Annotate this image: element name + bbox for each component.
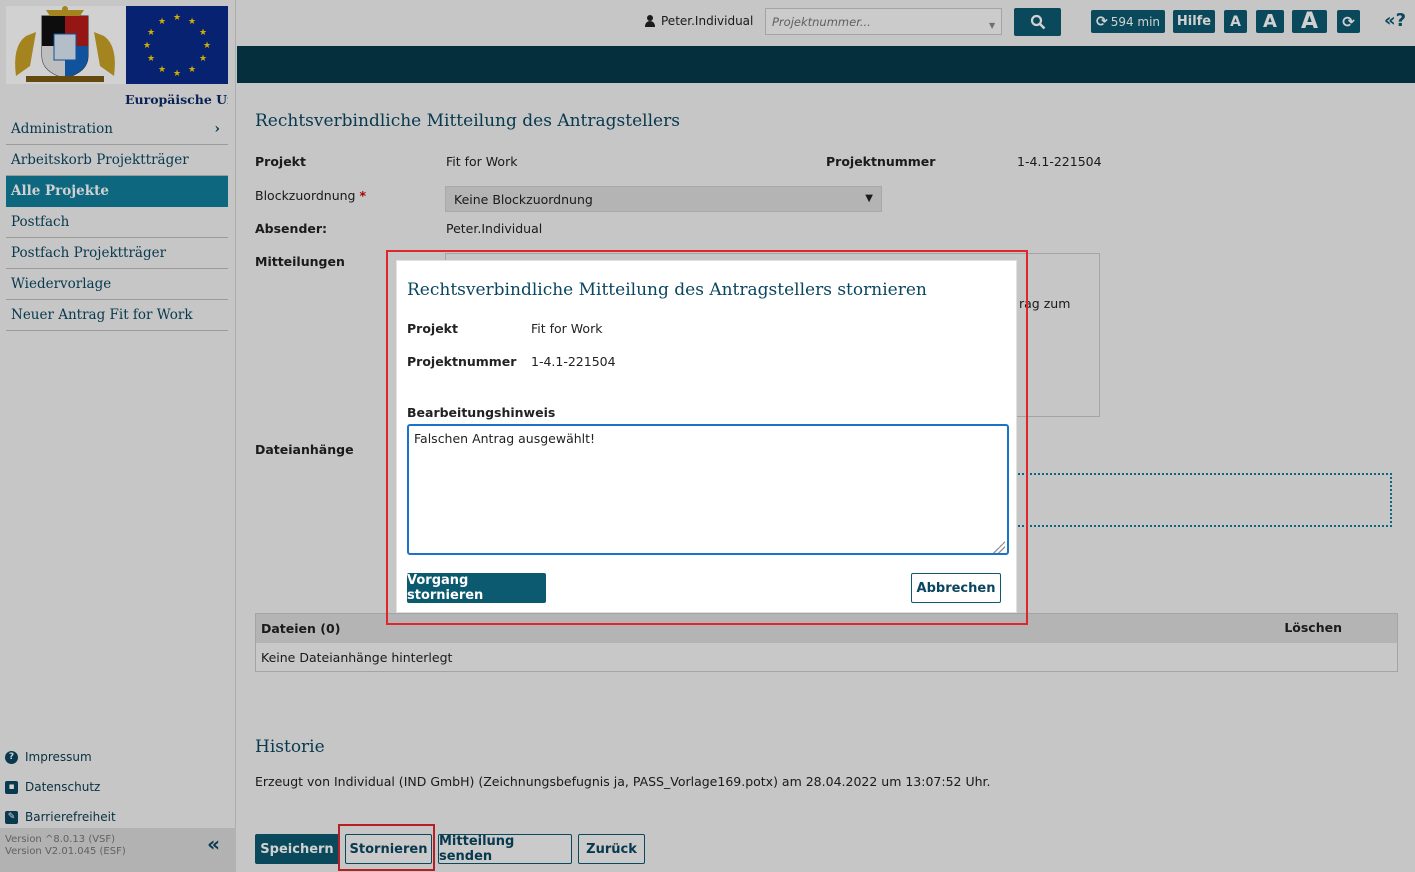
cancel-dialog: Rechtsverbindliche Mitteilung des Antrag… <box>396 260 1017 613</box>
resize-handle-icon[interactable] <box>993 541 1005 553</box>
hint-label: Bearbeitungshinweis <box>407 405 556 420</box>
hint-textarea[interactable] <box>407 424 1009 555</box>
confirm-cancel-button[interactable]: Vorgang stornieren <box>407 573 546 603</box>
dialog-projekt-value: Fit for Work <box>531 321 603 336</box>
dialog-projekt-label: Projekt <box>407 321 458 336</box>
dialog-title: Rechtsverbindliche Mitteilung des Antrag… <box>407 280 927 300</box>
abort-button[interactable]: Abbrechen <box>911 573 1001 603</box>
dialog-projektnummer-label: Projektnummer <box>407 354 517 369</box>
dialog-projektnummer-value: 1-4.1-221504 <box>531 354 616 369</box>
